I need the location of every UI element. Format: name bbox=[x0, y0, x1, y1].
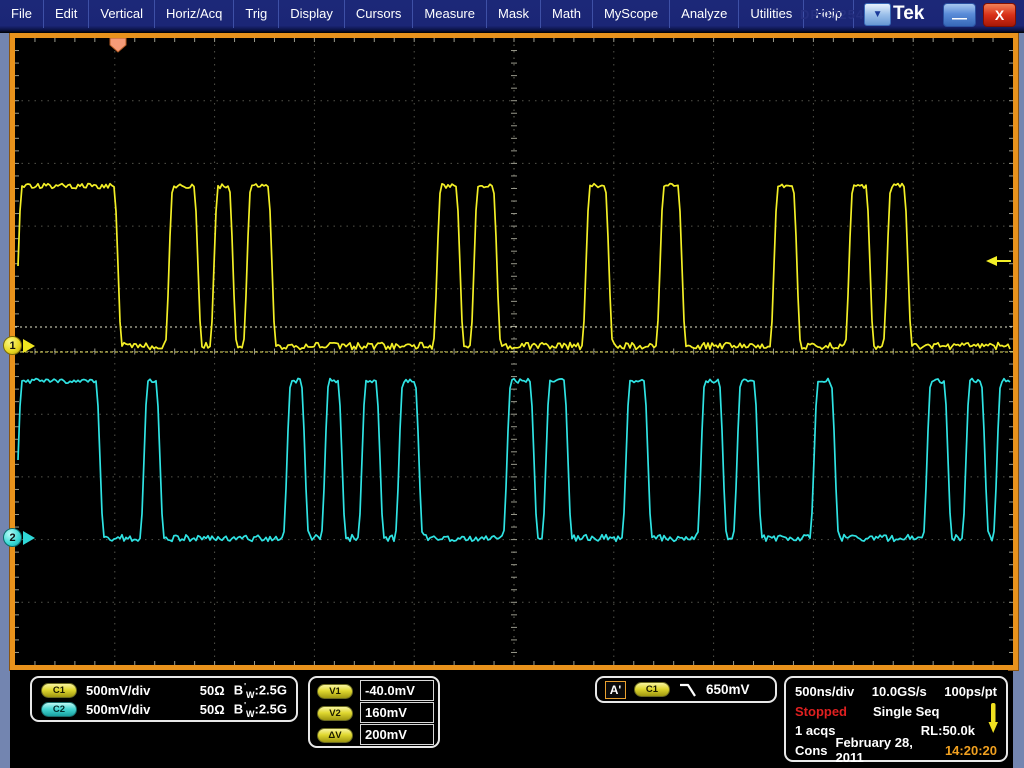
menu-myscope[interactable]: MyScope bbox=[593, 0, 670, 28]
trigger-level-arrow-icon[interactable] bbox=[986, 256, 997, 266]
tek-logo: Tek bbox=[893, 3, 924, 25]
channel2-badge[interactable]: C2 bbox=[41, 702, 77, 717]
menu-dropdown-button[interactable]: ▼ bbox=[864, 3, 891, 26]
menu-horiz-acq[interactable]: Horiz/Acq bbox=[155, 0, 234, 28]
temperature-indicator-icon bbox=[987, 701, 999, 735]
menu-mask[interactable]: Mask bbox=[487, 0, 541, 28]
trigger-source-badge[interactable]: C1 bbox=[634, 682, 670, 697]
oscilloscope-app: File Edit Vertical Horiz/Acq Trig Displa… bbox=[0, 0, 1024, 768]
graticule-and-traces bbox=[15, 38, 1013, 665]
trigger-readout-box[interactable]: A' C1 650mV bbox=[595, 676, 777, 703]
acquisition-state: Stopped bbox=[795, 704, 847, 719]
menu-trig[interactable]: Trig bbox=[234, 0, 279, 28]
cursor-v1-badge[interactable]: V1 bbox=[317, 684, 353, 699]
channel2-scale: 500mV/div bbox=[86, 702, 173, 717]
timebase-readout: 500ns/div bbox=[795, 684, 854, 699]
acquisition-mode: Single Seq bbox=[873, 704, 939, 719]
time-readout: 14:20:20 bbox=[945, 743, 997, 758]
menu-bar: File Edit Vertical Horiz/Acq Trig Displa… bbox=[0, 0, 1024, 33]
menu-measure[interactable]: Measure bbox=[413, 0, 487, 28]
channel2-reference-marker[interactable]: 2 bbox=[3, 528, 35, 547]
channel1-readout-row[interactable]: C1 500mV/div 50Ω B'W:2.5G bbox=[41, 681, 287, 700]
menu-cursors[interactable]: Cursors bbox=[345, 0, 414, 28]
model-watermark: DPO7254 bbox=[800, 7, 864, 22]
menu-analyze[interactable]: Analyze bbox=[670, 0, 739, 28]
channel1-scale: 500mV/div bbox=[86, 683, 173, 698]
close-button[interactable]: X bbox=[983, 3, 1016, 27]
cursor-v2-value: 160mV bbox=[360, 702, 434, 723]
cursor-dv-value: 200mV bbox=[360, 724, 434, 745]
channel1-badge[interactable]: C1 bbox=[41, 683, 77, 698]
menu-vertical[interactable]: Vertical bbox=[89, 0, 155, 28]
channel2-number: 2 bbox=[3, 528, 22, 547]
minimize-button[interactable]: — bbox=[943, 3, 976, 27]
channel1-reference-marker[interactable]: 1 bbox=[3, 336, 35, 355]
channel1-impedance: 50Ω bbox=[182, 683, 225, 698]
channel2-arrow-icon bbox=[23, 531, 35, 545]
menu-edit[interactable]: Edit bbox=[44, 0, 89, 28]
menu-file[interactable]: File bbox=[0, 0, 44, 28]
channel2-readout-row[interactable]: C2 500mV/div 50Ω B'W:2.5G bbox=[41, 700, 287, 719]
channel2-bandwidth: B'W:2.5G bbox=[234, 701, 287, 719]
cursor-v2-badge[interactable]: V2 bbox=[317, 706, 353, 721]
cursor-v1-row: V1 -40.0mV bbox=[317, 680, 434, 702]
menu-utilities[interactable]: Utilities bbox=[739, 0, 804, 28]
channel1-arrow-icon bbox=[23, 339, 35, 353]
status-panel: C1 500mV/div 50Ω B'W:2.5G C2 500mV/div 5… bbox=[10, 670, 1008, 768]
resolution-readout: 100ps/pt bbox=[944, 684, 997, 699]
channel1-bandwidth: B'W:2.5G bbox=[234, 682, 287, 700]
trigger-position-marker[interactable] bbox=[110, 38, 126, 52]
date-readout: February 28, 2011 bbox=[836, 735, 937, 765]
menu-math[interactable]: Math bbox=[541, 0, 593, 28]
scope-display[interactable]: 1 2 bbox=[10, 33, 1018, 670]
trigger-a-badge[interactable]: A' bbox=[605, 681, 626, 699]
menu-display[interactable]: Display bbox=[279, 0, 345, 28]
cursor-dv-row: ΔV 200mV bbox=[317, 724, 434, 746]
falling-edge-icon bbox=[678, 682, 698, 698]
acquisition-status-box[interactable]: 500ns/div 10.0GS/s 100ps/pt Stopped Sing… bbox=[784, 676, 1008, 762]
cursor-readout-box[interactable]: V1 -40.0mV V2 160mV ΔV 200mV bbox=[308, 676, 440, 748]
cursor-dv-badge[interactable]: ΔV bbox=[317, 728, 353, 743]
trigger-level-value: 650mV bbox=[706, 682, 750, 697]
console-label: Cons bbox=[795, 743, 828, 758]
acquisition-count: 1 acqs bbox=[795, 723, 835, 738]
channel1-number: 1 bbox=[3, 336, 22, 355]
sample-rate-readout: 10.0GS/s bbox=[872, 684, 927, 699]
channel2-impedance: 50Ω bbox=[182, 702, 225, 717]
channel-readout-box[interactable]: C1 500mV/div 50Ω B'W:2.5G C2 500mV/div 5… bbox=[30, 676, 298, 722]
cursor-v2-row: V2 160mV bbox=[317, 702, 434, 724]
cursor-v1-value: -40.0mV bbox=[360, 680, 434, 701]
